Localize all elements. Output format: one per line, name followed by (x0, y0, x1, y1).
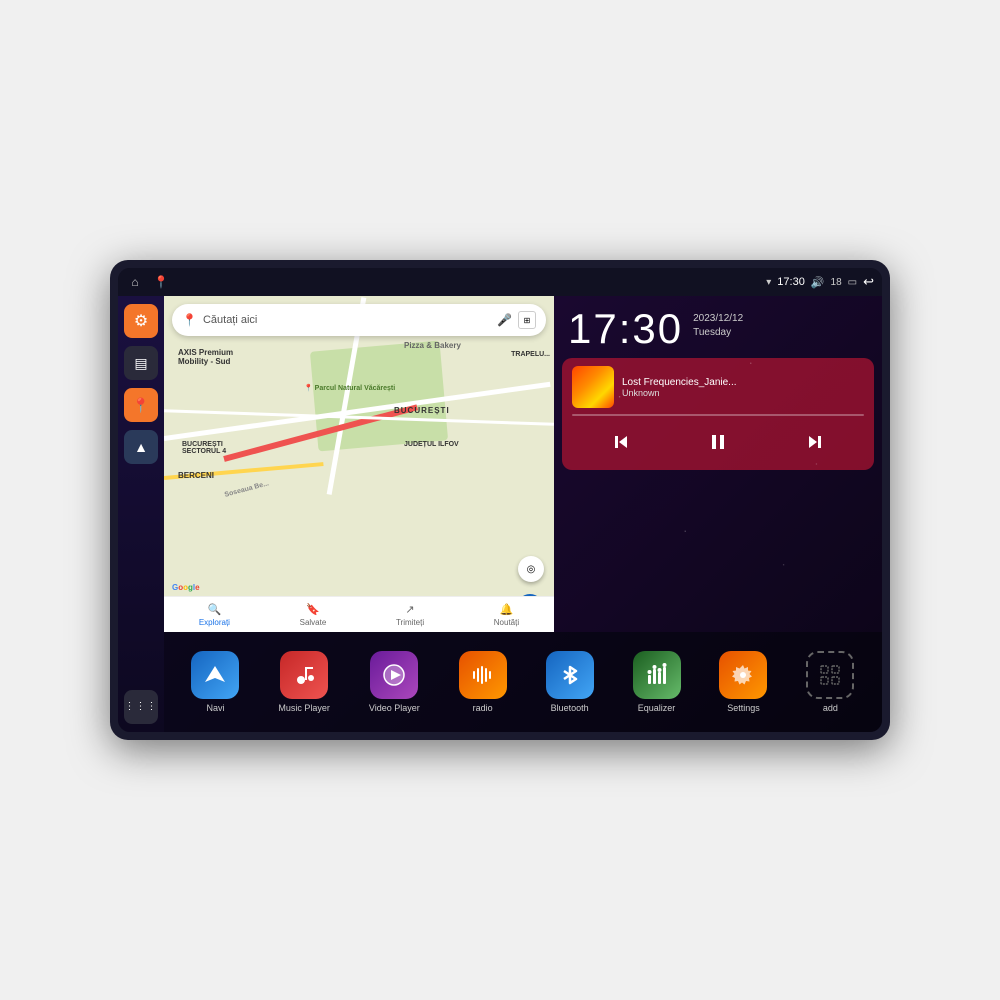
sidebar-apps-button[interactable]: ⋮⋮⋮ (124, 690, 158, 724)
home-icon[interactable]: ⌂ (126, 273, 144, 291)
navi-icon (191, 651, 239, 699)
app-equalizer[interactable]: Equalizer (633, 651, 681, 713)
share-icon: ↗ (405, 603, 414, 616)
map-search-input[interactable]: Căutați aici (203, 314, 491, 326)
label-berceni: BERCENI (178, 471, 214, 480)
share-label: Trimiteți (396, 618, 424, 627)
battery-level: 18 (831, 277, 842, 288)
grid-icon: ⋮⋮⋮ (125, 702, 158, 712)
map-background (164, 296, 554, 632)
bluetooth-symbol-icon (558, 663, 582, 687)
map-saved-tab[interactable]: 🔖 Salvate (300, 603, 327, 627)
map-location-button[interactable]: ◎ (518, 556, 544, 582)
app-radio[interactable]: radio (459, 651, 507, 713)
video-player-label: Video Player (369, 703, 420, 713)
map-bottom-bar: 🔍 Explorați 🔖 Salvate ↗ Trimiteți (164, 596, 554, 632)
add-icon (806, 651, 854, 699)
status-bar: ⌂ 📍 ▾ 17:30 🔊 18 ▭ ↩ (118, 268, 882, 296)
map-visual: AXIS PremiumMobility - Sud Pizza & Baker… (164, 296, 554, 632)
car-head-unit: ⌂ 📍 ▾ 17:30 🔊 18 ▭ ↩ ⚙ ▤ (110, 260, 890, 740)
music-player-icon (280, 651, 328, 699)
play-circle-icon (382, 663, 406, 687)
label-axis: AXIS PremiumMobility - Sud (178, 348, 233, 366)
map-pin-icon[interactable]: 📍 (152, 273, 170, 291)
map-icon: 📍 (132, 397, 149, 414)
volume-icon: 🔊 (811, 276, 825, 289)
app-settings[interactable]: Settings (719, 651, 767, 713)
bluetooth-label: Bluetooth (551, 703, 589, 713)
radio-icon (459, 651, 507, 699)
park-area (310, 341, 448, 452)
add-grid-icon (818, 663, 842, 687)
wifi-icon: ▾ (766, 277, 771, 288)
center-content: AXIS PremiumMobility - Sud Pizza & Baker… (164, 296, 882, 732)
saved-label: Salvate (300, 618, 327, 627)
music-player-label: Music Player (278, 703, 330, 713)
explore-icon: 🔍 (208, 603, 222, 616)
clock-time: 17:30 (568, 308, 683, 350)
clock-area: 17:30 2023/12/12 Tuesday (554, 296, 882, 358)
sidebar-navi-button[interactable]: ▲ (124, 430, 158, 464)
map-explore-tab[interactable]: 🔍 Explorați (199, 603, 230, 627)
map-share-tab[interactable]: ↗ Trimiteți (396, 603, 424, 627)
status-right-info: ▾ 17:30 🔊 18 ▭ ↩ (766, 274, 874, 290)
navi-label: Navi (206, 703, 224, 713)
bluetooth-icon (546, 651, 594, 699)
updates-icon: 🔔 (500, 603, 514, 616)
clock-day-text: Tuesday (693, 326, 743, 340)
app-grid: Navi Music Player (164, 632, 882, 732)
main-area: ⚙ ▤ 📍 ▲ ⋮⋮⋮ (118, 296, 882, 732)
equalizer-bars-icon (645, 663, 669, 687)
map-search-bar[interactable]: 📍 Căutați aici 🎤 ⊞ (172, 304, 546, 336)
map-layers-button[interactable]: ⊞ (518, 311, 536, 329)
sidebar-map-button[interactable]: 📍 (124, 388, 158, 422)
saved-icon: 🔖 (306, 603, 320, 616)
app-video-player[interactable]: Video Player (369, 651, 420, 713)
settings-gear-icon (731, 663, 755, 687)
screen: ⌂ 📍 ▾ 17:30 🔊 18 ▭ ↩ ⚙ ▤ (118, 268, 882, 732)
navigation-arrow-icon: ▲ (134, 439, 148, 455)
app-add[interactable]: add (806, 651, 854, 713)
explore-label: Explorați (199, 618, 230, 627)
clock-date-text: 2023/12/12 (693, 312, 743, 326)
label-parc: 📍 Parcul Natural Văcărești (304, 384, 395, 392)
label-judet: JUDEȚUL ILFOV (404, 441, 459, 448)
app-navi[interactable]: Navi (191, 651, 239, 713)
label-trapelu: TRAPELU... (511, 351, 550, 358)
sidebar-settings-button[interactable]: ⚙ (124, 304, 158, 338)
clock-date: 2023/12/12 Tuesday (693, 308, 743, 340)
settings-icon (719, 651, 767, 699)
map-search-pin-icon: 📍 (182, 313, 197, 327)
status-time: 17:30 (777, 276, 805, 288)
archive-icon: ▤ (134, 355, 147, 372)
microphone-icon[interactable]: 🎤 (497, 313, 512, 327)
settings-label: Settings (727, 703, 760, 713)
sidebar: ⚙ ▤ 📍 ▲ ⋮⋮⋮ (118, 296, 164, 732)
radio-label: radio (473, 703, 493, 713)
map-updates-tab[interactable]: 🔔 Noutăți (494, 603, 519, 627)
updates-label: Noutăți (494, 618, 519, 627)
add-label: add (823, 703, 838, 713)
gear-icon: ⚙ (134, 311, 148, 331)
right-panel: 17:30 2023/12/12 Tuesday (554, 296, 882, 632)
sidebar-archive-button[interactable]: ▤ (124, 346, 158, 380)
map-panel[interactable]: AXIS PremiumMobility - Sud Pizza & Baker… (164, 296, 554, 632)
label-sectorul: BUCUREȘTISECTORUL 4 (182, 441, 226, 455)
top-section: AXIS PremiumMobility - Sud Pizza & Baker… (164, 296, 882, 632)
label-bucuresti: BUCUREȘTI (394, 406, 450, 415)
equalizer-label: Equalizer (638, 703, 676, 713)
back-icon[interactable]: ↩ (863, 274, 874, 290)
app-bluetooth[interactable]: Bluetooth (546, 651, 594, 713)
app-music-player[interactable]: Music Player (278, 651, 330, 713)
google-logo: Google (172, 583, 200, 592)
status-left-icons: ⌂ 📍 (126, 273, 170, 291)
music-note-icon (292, 663, 316, 687)
battery-icon: ▭ (848, 277, 857, 288)
equalizer-icon (633, 651, 681, 699)
video-player-icon (370, 651, 418, 699)
label-pizza: Pizza & Bakery (404, 341, 461, 350)
navi-arrow-icon (203, 663, 227, 687)
radio-wave-icon (471, 663, 495, 687)
